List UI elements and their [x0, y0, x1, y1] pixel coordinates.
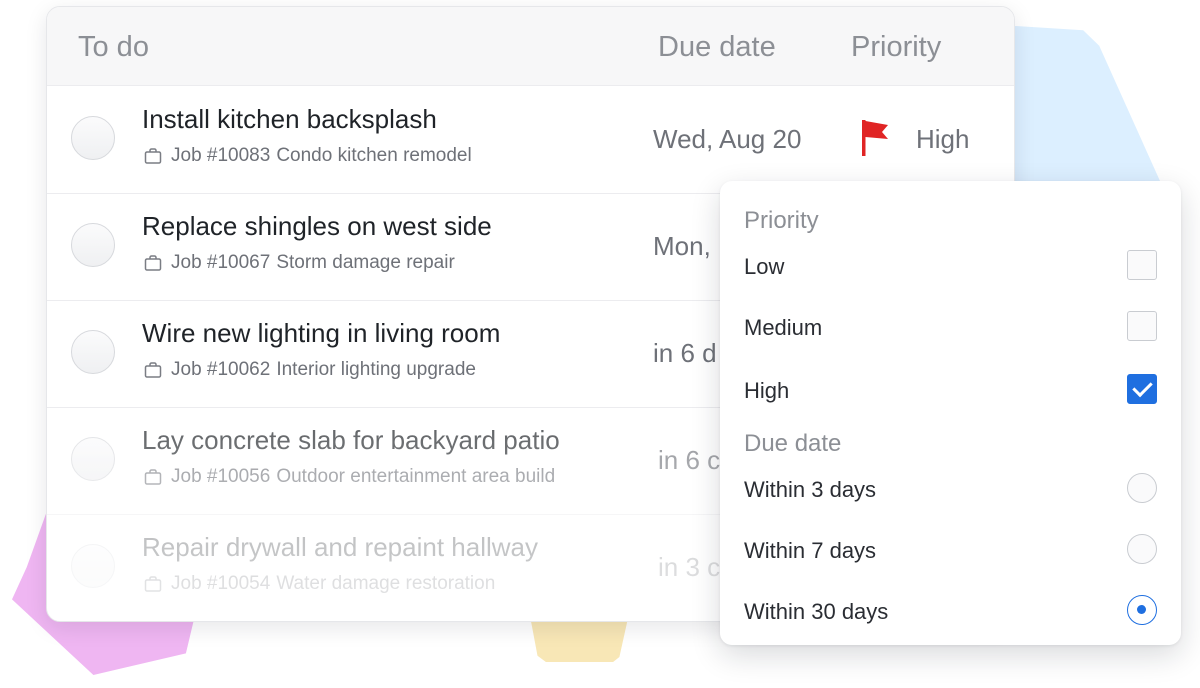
complete-task-checkbox[interactable] — [71, 116, 115, 160]
todo-table-header: To do Due date Priority — [47, 7, 1014, 86]
task-title: Replace shingles on west side — [142, 211, 492, 241]
column-header-priority[interactable]: Priority — [851, 31, 941, 64]
briefcase-icon — [144, 255, 162, 271]
briefcase-icon — [144, 469, 162, 485]
task-priority: High — [916, 124, 970, 154]
job-number: Job #10067 — [171, 252, 271, 273]
task-title: Repair drywall and repaint hallway — [142, 532, 538, 562]
due-7-days-radio[interactable] — [1127, 534, 1157, 564]
filter-option-within-7-days[interactable]: Within 7 days — [744, 538, 876, 564]
job-name: Storm damage repair — [276, 252, 455, 273]
priority-medium-checkbox[interactable] — [1127, 311, 1157, 341]
task-due-date: Mon, — [653, 231, 711, 261]
column-header-due-date[interactable]: Due date — [658, 31, 776, 64]
task-job: Job #10067 Storm damage repair — [144, 252, 455, 274]
job-number: Job #10054 — [171, 573, 271, 594]
filter-option-within-3-days[interactable]: Within 3 days — [744, 477, 876, 503]
filter-section-due-date: Due date — [744, 430, 842, 457]
task-job: Job #10062 Interior lighting upgrade — [144, 359, 476, 381]
due-3-days-radio[interactable] — [1127, 473, 1157, 503]
job-name: Condo kitchen remodel — [276, 145, 472, 166]
job-name: Interior lighting upgrade — [276, 359, 476, 380]
task-title: Wire new lighting in living room — [142, 318, 501, 348]
task-title: Lay concrete slab for backyard patio — [142, 425, 560, 455]
task-due-date: in 6 d — [653, 338, 717, 368]
briefcase-icon — [144, 576, 162, 592]
priority-high-checkbox[interactable] — [1127, 374, 1157, 404]
due-30-days-radio[interactable] — [1127, 595, 1157, 625]
task-job: Job #10083 Condo kitchen remodel — [144, 145, 472, 167]
task-due-date: in 3 c — [658, 552, 721, 582]
complete-task-checkbox[interactable] — [71, 544, 115, 588]
briefcase-icon — [144, 148, 162, 164]
filter-option-within-30-days[interactable]: Within 30 days — [744, 599, 888, 625]
complete-task-checkbox[interactable] — [71, 437, 115, 481]
filter-option-medium[interactable]: Medium — [744, 315, 822, 341]
job-name: Outdoor entertainment area build — [276, 466, 556, 487]
filter-section-priority: Priority — [744, 207, 819, 234]
job-number: Job #10056 — [171, 466, 271, 487]
job-number: Job #10083 — [171, 145, 271, 166]
job-number: Job #10062 — [171, 359, 271, 380]
complete-task-checkbox[interactable] — [71, 223, 115, 267]
task-due-date: Wed, Aug 20 — [653, 124, 802, 154]
filter-option-low[interactable]: Low — [744, 254, 784, 280]
task-row[interactable]: Install kitchen backsplash Job #10083 Co… — [47, 86, 1014, 194]
job-name: Water damage restoration — [276, 573, 496, 594]
task-job: Job #10054 Water damage restoration — [144, 573, 495, 595]
task-due-date: in 6 c — [658, 445, 721, 475]
filter-dropdown-panel: Priority Low Medium High Due date Within… — [720, 181, 1181, 645]
complete-task-checkbox[interactable] — [71, 330, 115, 374]
column-header-todo: To do — [78, 31, 149, 63]
flag-icon — [862, 120, 888, 156]
task-job: Job #10056 Outdoor entertainment area bu… — [144, 466, 555, 488]
filter-option-high[interactable]: High — [744, 378, 789, 404]
priority-low-checkbox[interactable] — [1127, 250, 1157, 280]
briefcase-icon — [144, 362, 162, 378]
task-title: Install kitchen backsplash — [142, 104, 437, 134]
